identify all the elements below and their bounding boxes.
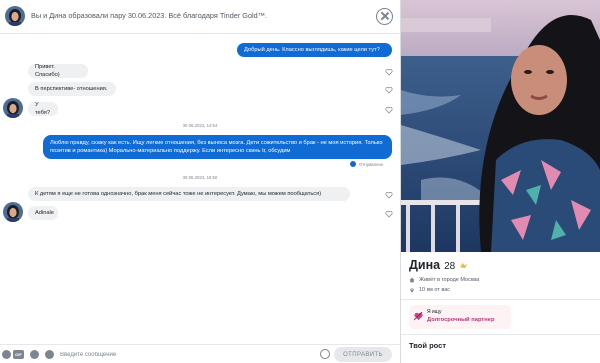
sent-status: Отправлено [350, 161, 383, 167]
message-outgoing[interactable]: Добрый день. Классно выглядишь, какие це… [237, 43, 392, 57]
distance-row: 10 км от вас [409, 287, 450, 293]
timestamp: 30.06.2023, 14:54 [182, 123, 218, 128]
music-icon[interactable] [45, 350, 54, 359]
distance-text: 10 км от вас [419, 287, 451, 293]
close-icon[interactable] [376, 8, 393, 25]
section-divider [401, 334, 600, 335]
sticker-icon[interactable] [30, 350, 39, 359]
heart-icon[interactable] [385, 86, 393, 94]
heart-icon[interactable] [385, 106, 393, 114]
relationship-goal-card: Я ищу Долгосрочный партнер [409, 305, 511, 329]
message-text: Adinale [35, 209, 54, 216]
message-text: В перспективе- отношения. [35, 85, 108, 92]
home-icon [409, 277, 415, 283]
message-incoming[interactable]: Привет. Спасибо) [28, 64, 88, 78]
chat-header: Вы и Дина образовали пару 30.06.2023. Вс… [0, 0, 400, 34]
section-divider [401, 299, 600, 300]
message-incoming[interactable]: В перспективе- отношения. [28, 82, 116, 96]
timestamp: 30.06.2023, 15:50 [182, 175, 218, 180]
message-text: К детям я еще не готова однозначно, брак… [35, 190, 322, 197]
profile-photo[interactable] [401, 0, 600, 252]
profile-age: 28 [444, 261, 456, 272]
city-text: Живёт в городе Москва [419, 277, 480, 283]
city-row: Живёт в городе Москва [409, 277, 479, 283]
gold-badge-icon [460, 262, 468, 269]
message-text: Люблю правду, скажу как есть. Ищу легкие… [50, 140, 383, 155]
message-text: Привет. Спасибо) [35, 63, 60, 78]
message-text: У тебя? [35, 101, 51, 116]
heart-icon[interactable] [385, 210, 393, 218]
message-input[interactable] [60, 349, 310, 360]
heart-icon[interactable] [385, 68, 393, 76]
match-avatar[interactable] [5, 6, 25, 26]
profile-panel: Дина 28 Живёт в городе Москва 10 км от в… [401, 0, 600, 363]
goal-title: Я ищу [427, 309, 442, 315]
send-button[interactable]: ОТПРАВИТЬ [334, 347, 392, 362]
match-avatar[interactable] [3, 98, 23, 118]
match-avatar[interactable] [3, 202, 23, 222]
match-info-title: Вы и Дина образовали пару 30.06.2023. Вс… [31, 11, 268, 20]
sent-check-icon [350, 161, 356, 167]
profile-name: Дина [409, 258, 441, 272]
location-pin-icon [410, 288, 414, 293]
chat-panel: Вы и Дина образовали пару 30.06.2023. Вс… [0, 0, 400, 363]
height-section-title: Твой рост [409, 341, 446, 350]
message-outgoing[interactable]: Люблю правду, скажу как есть. Ищу легкие… [43, 135, 392, 159]
gif-button[interactable]: GIF [13, 350, 24, 359]
message-incoming[interactable]: К детям я еще не готова однозначно, брак… [28, 187, 350, 201]
message-incoming[interactable]: Adinale [28, 206, 58, 220]
attach-icon[interactable] [2, 350, 11, 359]
message-incoming[interactable]: У тебя? [28, 102, 58, 116]
sent-status-label: Отправлено [359, 161, 384, 167]
message-composer: GIF ОТПРАВИТЬ [0, 344, 400, 363]
message-text: Добрый день. Классно выглядишь, какие це… [244, 46, 380, 53]
heart-icon[interactable] [385, 191, 393, 199]
goal-value: Долгосрочный партнер [427, 317, 495, 323]
profile-name-row: Дина 28 [409, 258, 468, 272]
heart-arrow-icon [414, 312, 423, 321]
emoji-icon[interactable] [320, 349, 330, 359]
